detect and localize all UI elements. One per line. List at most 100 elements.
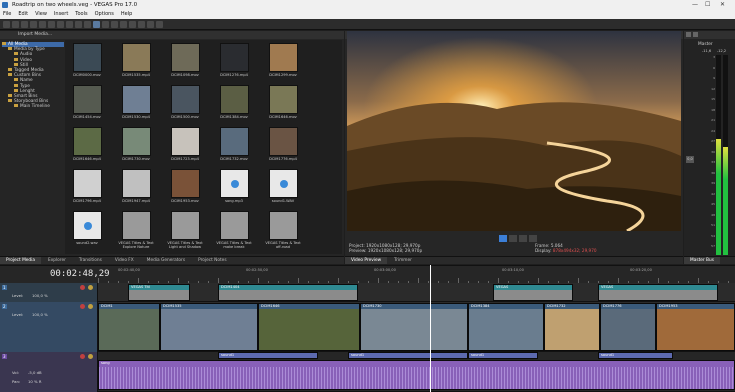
audio-clip[interactable]: sound1 [348, 352, 468, 359]
track-1-solo-icon[interactable] [88, 285, 93, 290]
tab-trimmer[interactable]: Trimmer [388, 257, 418, 264]
audio-clip-song[interactable]: song [98, 360, 735, 390]
tab-explorer[interactable]: Explorer [42, 257, 72, 264]
media-tree-item[interactable]: Main Timeline [2, 104, 64, 109]
tab-project-media[interactable]: Project Media [0, 257, 41, 264]
redo-icon[interactable] [84, 21, 91, 28]
timeline-clip[interactable]: DCIM1730 [360, 303, 468, 351]
snapping-icon[interactable] [129, 21, 136, 28]
save-icon[interactable] [21, 21, 28, 28]
media-thumbnail[interactable] [73, 127, 102, 156]
mixer-settings-icon[interactable] [686, 32, 691, 37]
timeline-clip[interactable]: DCIM1776 [600, 303, 656, 351]
timeline-clip[interactable]: DCIM1404 [218, 284, 358, 301]
minimize-button[interactable]: — [692, 0, 698, 10]
track-3-solo-icon[interactable] [88, 354, 93, 359]
new-project-icon[interactable] [3, 21, 10, 28]
paste-icon[interactable] [66, 21, 73, 28]
track-2-level-value[interactable]: 100,0 % [32, 312, 48, 317]
menu-file[interactable]: File [3, 10, 11, 19]
media-thumbnail[interactable] [73, 85, 102, 114]
audio-clip[interactable]: sound1 [468, 352, 538, 359]
timeline-clip[interactable]: VEGAS [493, 284, 573, 301]
media-thumbnail[interactable] [220, 127, 249, 156]
media-thumbnail[interactable] [269, 211, 298, 240]
media-thumbnail[interactable] [73, 169, 102, 198]
media-thumbnail[interactable] [220, 43, 249, 72]
playhead[interactable] [430, 265, 431, 392]
menu-help[interactable]: Help [121, 10, 132, 19]
media-thumbnail[interactable] [220, 169, 249, 198]
play-button[interactable] [499, 235, 507, 242]
media-thumbnail[interactable] [269, 169, 298, 198]
timeline-clip[interactable]: DCIM1953 [656, 303, 735, 351]
timeline-clip[interactable]: DCIM1384 [468, 303, 544, 351]
track-1-mute-icon[interactable] [80, 285, 85, 290]
track-3-mute-icon[interactable] [80, 354, 85, 359]
media-thumbnail[interactable] [122, 85, 151, 114]
media-thumbnail[interactable] [73, 211, 102, 240]
audio-clip[interactable]: sound1 [218, 352, 318, 359]
timeline-clip[interactable]: VEGAS [598, 284, 718, 301]
media-thumbnail[interactable] [171, 211, 200, 240]
media-thumbnail[interactable] [220, 211, 249, 240]
import-media-button[interactable]: Import Media... [18, 32, 52, 37]
menu-view[interactable]: View [35, 10, 47, 19]
timeline-clip[interactable]: DCIM1646 [258, 303, 360, 351]
media-thumbnail[interactable] [269, 85, 298, 114]
track-2-solo-icon[interactable] [88, 304, 93, 309]
tab-master-bus[interactable]: Master Bus [684, 257, 720, 264]
properties-icon[interactable] [39, 21, 46, 28]
timeline-ruler[interactable]: 00:02:40,00 00:02:50,00 00:03:00,00 00:03:1… [98, 266, 735, 284]
menu-options[interactable]: Options [95, 10, 114, 19]
tab-transitions[interactable]: Transitions [73, 257, 108, 264]
normal-edit-tool-icon[interactable] [93, 21, 100, 28]
lock-envelopes-icon[interactable] [147, 21, 154, 28]
menu-insert[interactable]: Insert [54, 10, 68, 19]
ignore-grouping-icon[interactable] [156, 21, 163, 28]
media-thumbnail[interactable] [171, 85, 200, 114]
media-thumbnail[interactable] [269, 127, 298, 156]
insert-bus-icon[interactable] [693, 32, 698, 37]
timeline-clip[interactable]: DCIM1 [98, 303, 160, 351]
tab-video-fx[interactable]: Video FX [109, 257, 140, 264]
timeline-clip[interactable]: DCIM1732 [544, 303, 600, 351]
menu-tools[interactable]: Tools [75, 10, 87, 19]
media-thumbnail[interactable] [171, 127, 200, 156]
media-thumbnail[interactable] [220, 85, 249, 114]
audio-clip[interactable]: sound1 [598, 352, 673, 359]
media-thumbnail[interactable] [269, 43, 298, 72]
timeline-clip[interactable]: VEGAS Titl [128, 284, 190, 301]
track-3-pan-value[interactable]: 10 % R [28, 379, 42, 384]
auto-ripple-icon[interactable] [138, 21, 145, 28]
cut-icon[interactable] [48, 21, 55, 28]
track-1-level-value[interactable]: 100,0 % [32, 293, 48, 298]
track-2-mute-icon[interactable] [80, 304, 85, 309]
tab-project-notes[interactable]: Project Notes [192, 257, 232, 264]
media-thumbnail[interactable] [171, 169, 200, 198]
loop-button[interactable] [529, 235, 537, 242]
envelope-tool-icon[interactable] [102, 21, 109, 28]
track-3-vol-value[interactable]: -5,0 dB [28, 370, 42, 375]
media-thumbnail[interactable] [122, 211, 151, 240]
menu-edit[interactable]: Edit [18, 10, 28, 19]
selection-tool-icon[interactable] [111, 21, 118, 28]
open-project-icon[interactable] [12, 21, 19, 28]
pause-button[interactable] [509, 235, 517, 242]
media-thumbnail[interactable] [73, 43, 102, 72]
zoom-tool-icon[interactable] [120, 21, 127, 28]
master-fader-value[interactable]: 0,0 [686, 156, 694, 163]
close-button[interactable]: ✕ [720, 0, 725, 10]
stop-button[interactable] [519, 235, 527, 242]
tab-media-generators[interactable]: Media Generators [141, 257, 191, 264]
render-icon[interactable] [30, 21, 37, 28]
media-thumbnail[interactable] [122, 169, 151, 198]
media-thumbnail[interactable] [122, 43, 151, 72]
undo-icon[interactable] [75, 21, 82, 28]
media-thumbnail[interactable] [122, 127, 151, 156]
tab-video-preview[interactable]: Video Preview [345, 257, 388, 264]
copy-icon[interactable] [57, 21, 64, 28]
media-thumbnail[interactable] [171, 43, 200, 72]
timeline-clip[interactable]: DCIM1535 [160, 303, 258, 351]
maximize-button[interactable]: ☐ [705, 0, 710, 10]
